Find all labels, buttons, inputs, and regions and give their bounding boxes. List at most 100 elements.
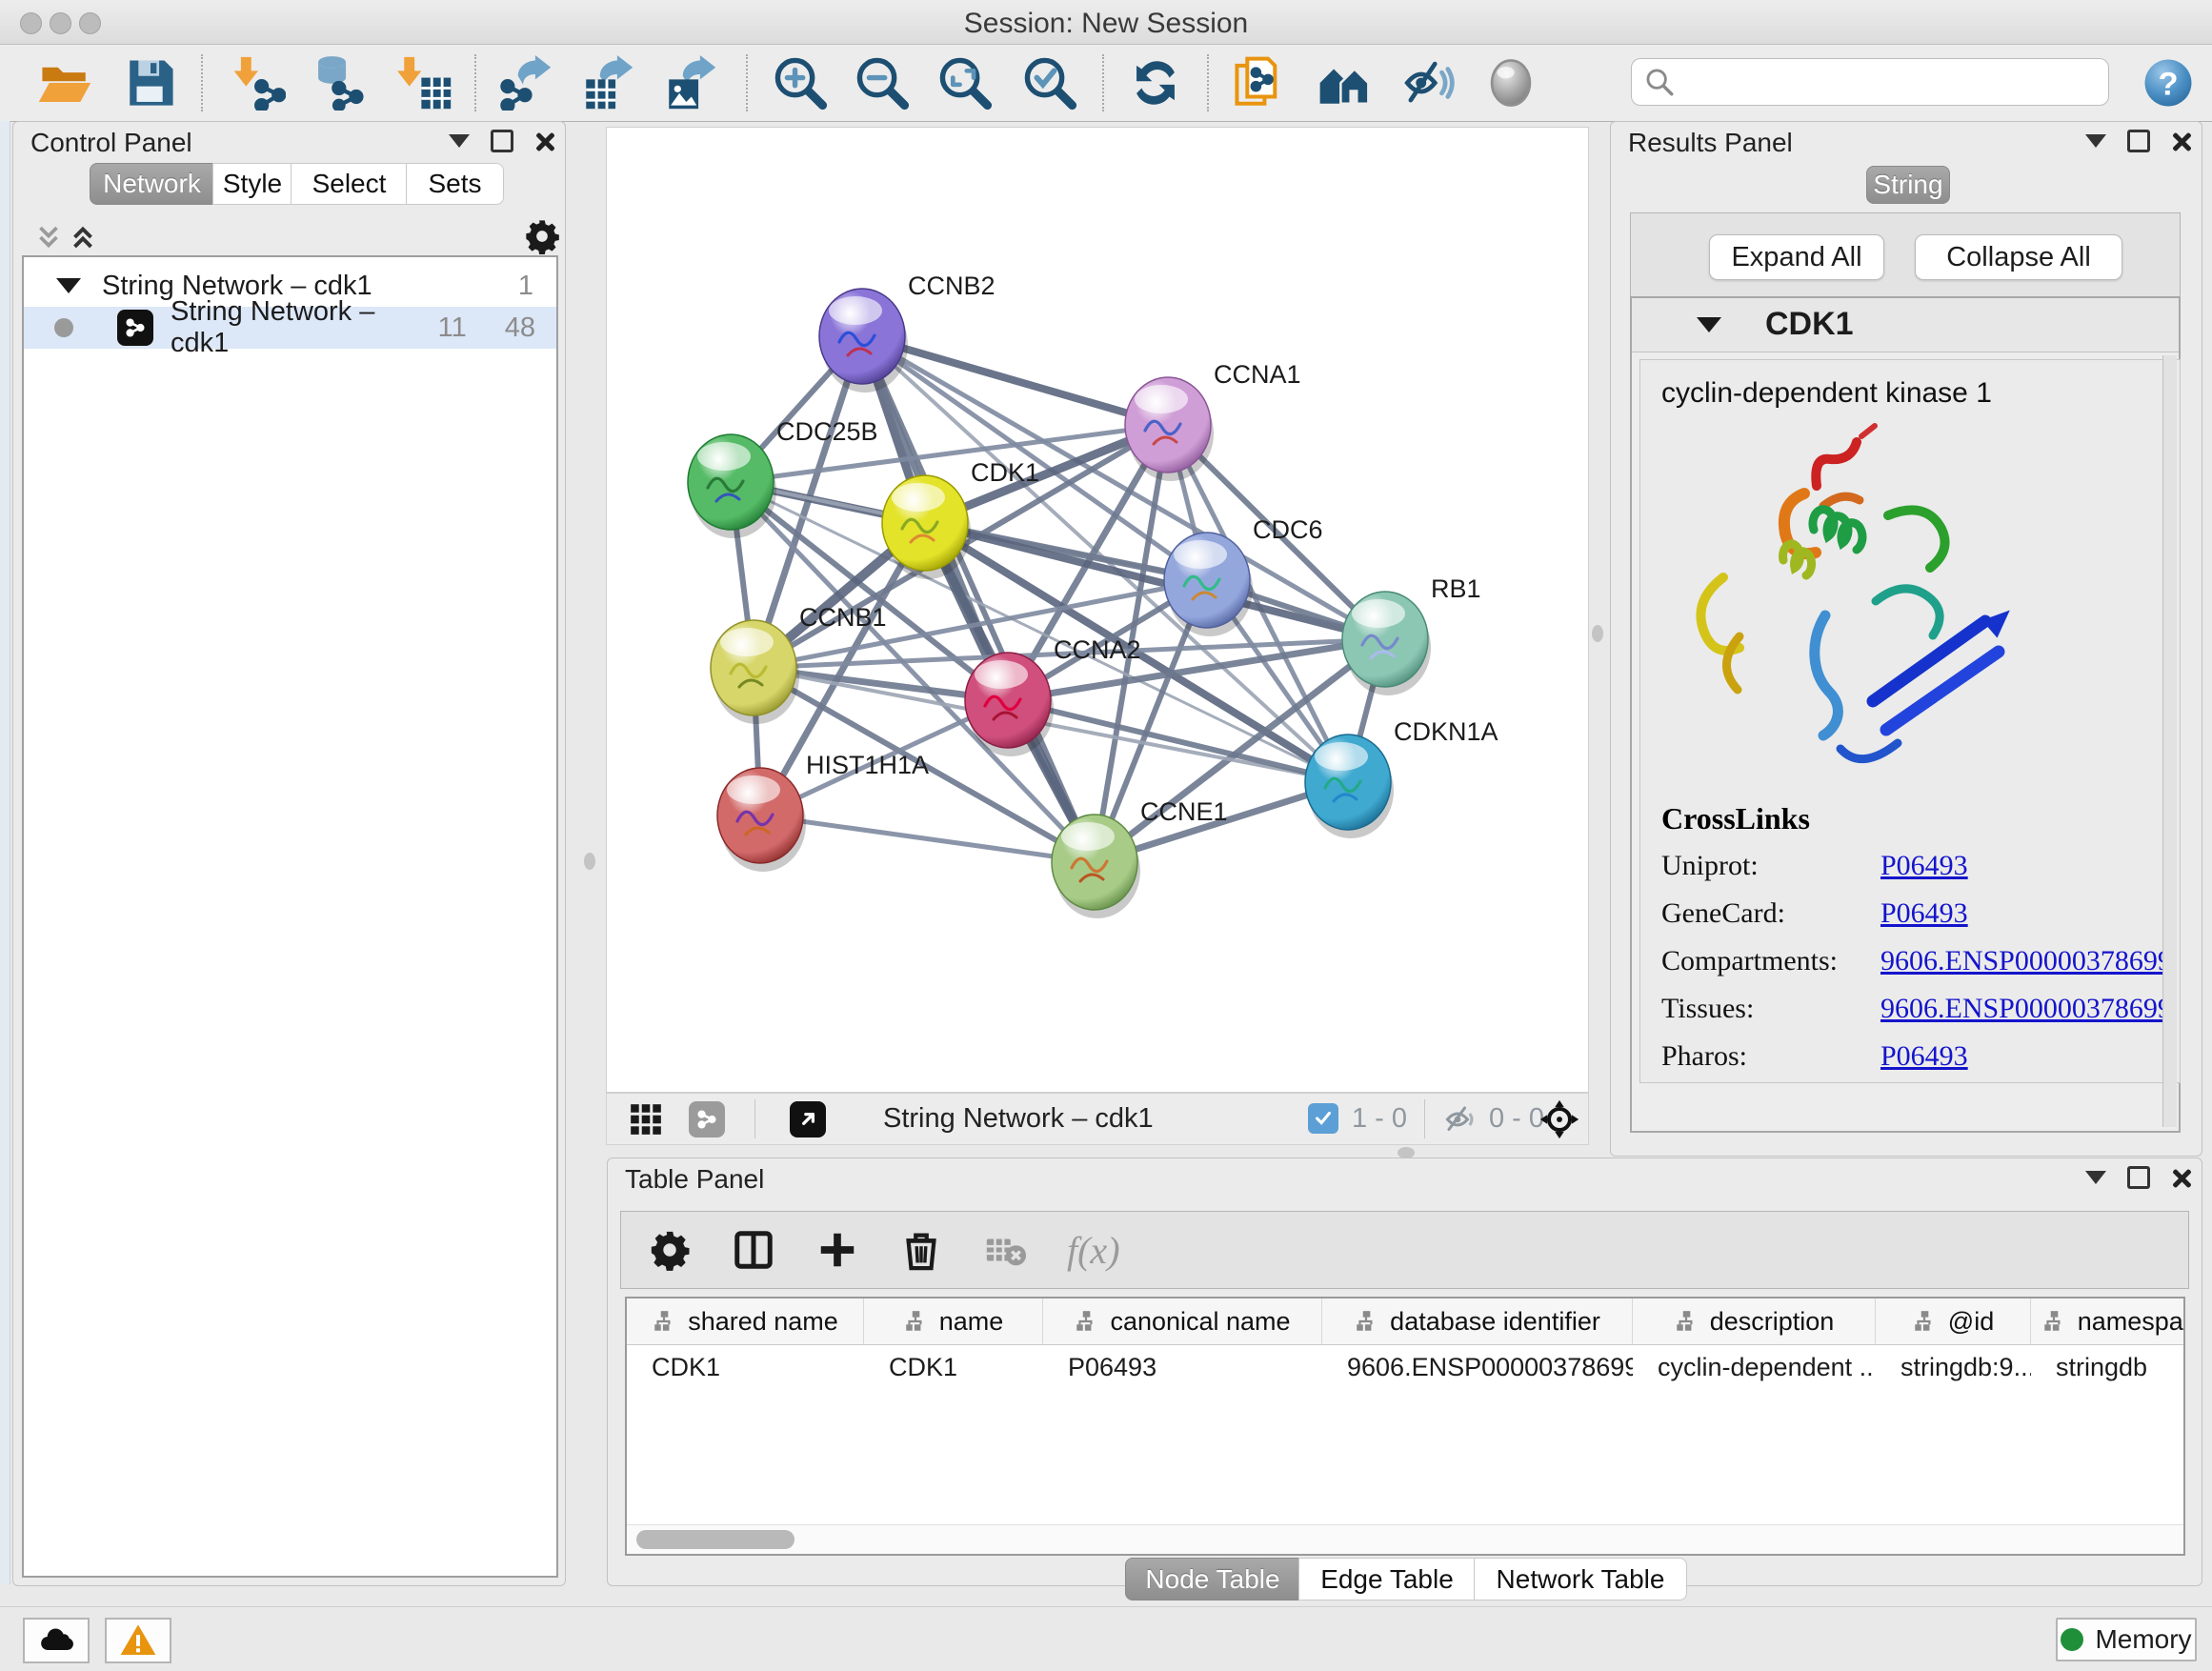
panel-close-icon[interactable] (534, 131, 553, 151)
table-row[interactable]: CDK1CDK1P064939606.ENSP00000378699cyclin… (627, 1345, 2183, 1389)
gear-icon[interactable] (523, 217, 561, 255)
clone-network-icon[interactable] (1229, 52, 1290, 113)
panel-float-icon[interactable] (491, 130, 513, 152)
import-table-icon[interactable] (394, 52, 455, 113)
collapse-all-chevron-icon[interactable] (32, 221, 65, 253)
open-session-icon[interactable] (34, 52, 95, 113)
export-network-icon[interactable] (494, 52, 555, 113)
hidden-eye-icon[interactable] (1443, 1102, 1478, 1137)
table-cell[interactable]: cyclin-dependent ... (1633, 1345, 1876, 1389)
tab-network-table[interactable]: Network Table (1474, 1558, 1687, 1601)
column-header-canonical-name[interactable]: canonical name (1043, 1299, 1322, 1344)
column-header-description[interactable]: description (1633, 1299, 1876, 1344)
home-icon[interactable] (1314, 52, 1375, 113)
tab-network[interactable]: Network (90, 163, 214, 205)
delete-column-icon[interactable] (899, 1228, 943, 1272)
network-node[interactable]: CCNE1 (1052, 797, 1228, 918)
birds-eye-crosshair-icon[interactable] (1538, 1098, 1580, 1140)
grid-view-icon[interactable] (628, 1101, 664, 1137)
column-header-namespace[interactable]: namespace (2031, 1299, 2185, 1344)
tree-expander-icon[interactable] (56, 278, 81, 293)
tissues-link[interactable]: 9606.ENSP00000378699 (1880, 993, 2172, 1024)
column-type-icon (1912, 1309, 1937, 1334)
panel-float-icon[interactable] (2127, 130, 2150, 152)
detach-view-icon[interactable] (790, 1101, 826, 1137)
zoom-fit-icon[interactable] (935, 52, 995, 113)
network-view-icon[interactable] (689, 1101, 725, 1137)
add-column-icon[interactable] (815, 1228, 859, 1272)
export-table-icon[interactable] (576, 52, 637, 113)
cloud-button[interactable] (23, 1618, 90, 1663)
tab-edge-table[interactable]: Edge Table (1298, 1558, 1476, 1601)
show-eye-icon[interactable] (1480, 52, 1541, 113)
network-canvas[interactable]: CCNB2CCNA1CDC25BCDK1CDC6RB1CCNB1CCNA2CDK… (606, 127, 1589, 1093)
panel-menu-icon[interactable] (2085, 1171, 2106, 1184)
uniprot-link[interactable]: P06493 (1880, 850, 1968, 881)
search-icon (1643, 66, 1676, 98)
panel-close-icon[interactable] (2171, 1168, 2190, 1187)
tab-string[interactable]: String (1866, 166, 1950, 204)
collapsed-panel-strip[interactable] (0, 121, 10, 1584)
zoom-in-icon[interactable] (770, 52, 831, 113)
pharos-link[interactable]: P06493 (1880, 1040, 1968, 1072)
save-session-icon[interactable] (120, 52, 181, 113)
table-horizontal-scrollbar[interactable] (627, 1524, 2183, 1554)
table-cell[interactable]: stringdb (2031, 1345, 2185, 1389)
function-builder-icon[interactable]: f(x) (1067, 1228, 1120, 1273)
vertical-splitter-handle[interactable] (584, 853, 595, 870)
column-header-name[interactable]: name (864, 1299, 1043, 1344)
panel-float-icon[interactable] (2127, 1166, 2150, 1189)
protein-structure-image (1671, 415, 2052, 787)
section-collapse-icon[interactable] (1697, 317, 1721, 332)
collapse-all-button[interactable]: Collapse All (1915, 234, 2122, 280)
help-icon[interactable]: ? (2138, 52, 2199, 113)
network-node[interactable]: CCNA1 (1125, 360, 1301, 481)
network-node[interactable]: HIST1H1A (717, 751, 929, 872)
network-row-selected[interactable]: String Network – cdk1 11 48 (24, 307, 556, 349)
show-columns-icon[interactable] (732, 1228, 775, 1272)
genecard-link[interactable]: P06493 (1880, 897, 1968, 929)
panel-menu-icon[interactable] (449, 134, 470, 148)
table-cell[interactable]: P06493 (1043, 1345, 1322, 1389)
zoom-selected-icon[interactable] (1019, 52, 1080, 113)
network-node[interactable]: CDKN1A (1305, 717, 1498, 838)
table-cell[interactable]: CDK1 (627, 1345, 864, 1389)
zoom-out-icon[interactable] (852, 52, 913, 113)
table-gear-icon[interactable] (648, 1228, 692, 1272)
column-header-database-identifier[interactable]: database identifier (1322, 1299, 1633, 1344)
network-edge[interactable] (760, 815, 1095, 862)
column-header--id[interactable]: @id (1876, 1299, 2031, 1344)
scrollbar-thumb[interactable] (636, 1530, 794, 1549)
import-network-icon[interactable] (228, 52, 289, 113)
vertical-splitter-handle[interactable] (1592, 625, 1603, 642)
tab-node-table[interactable]: Node Table (1125, 1558, 1300, 1601)
navbar-separator (1424, 1099, 1425, 1138)
protein-section-header[interactable]: CDK1 (1632, 298, 2179, 352)
window-title: Session: New Session (0, 8, 2212, 40)
selected-checkbox-icon[interactable] (1308, 1103, 1338, 1134)
tab-sets[interactable]: Sets (406, 163, 504, 205)
network-node[interactable]: RB1 (1342, 574, 1481, 695)
column-header-shared-name[interactable]: shared name (627, 1299, 864, 1344)
results-panel-header: Results Panel (1611, 122, 2202, 158)
import-database-icon[interactable] (307, 52, 368, 113)
table-cell[interactable]: CDK1 (864, 1345, 1043, 1389)
export-image-icon[interactable] (659, 52, 720, 113)
results-scrollbar[interactable] (2162, 355, 2177, 1127)
tab-style[interactable]: Style (212, 163, 292, 205)
delete-table-icon[interactable] (983, 1228, 1027, 1272)
warnings-button[interactable] (105, 1618, 171, 1663)
tab-select[interactable]: Select (291, 163, 408, 205)
network-node[interactable]: CCNB2 (819, 272, 995, 393)
refresh-icon[interactable] (1125, 52, 1186, 113)
expand-all-chevron-icon[interactable] (67, 221, 99, 253)
memory-button[interactable]: Memory (2056, 1618, 2197, 1661)
expand-all-button[interactable]: Expand All (1709, 234, 1884, 280)
panel-menu-icon[interactable] (2085, 134, 2106, 148)
search-input[interactable] (1683, 67, 2108, 98)
panel-close-icon[interactable] (2171, 131, 2190, 151)
compartments-link[interactable]: 9606.ENSP00000378699 (1880, 945, 2172, 976)
table-cell[interactable]: stringdb:9... (1876, 1345, 2031, 1389)
hide-selection-eye-icon[interactable] (1398, 52, 1458, 113)
table-cell[interactable]: 9606.ENSP00000378699 (1322, 1345, 1633, 1389)
